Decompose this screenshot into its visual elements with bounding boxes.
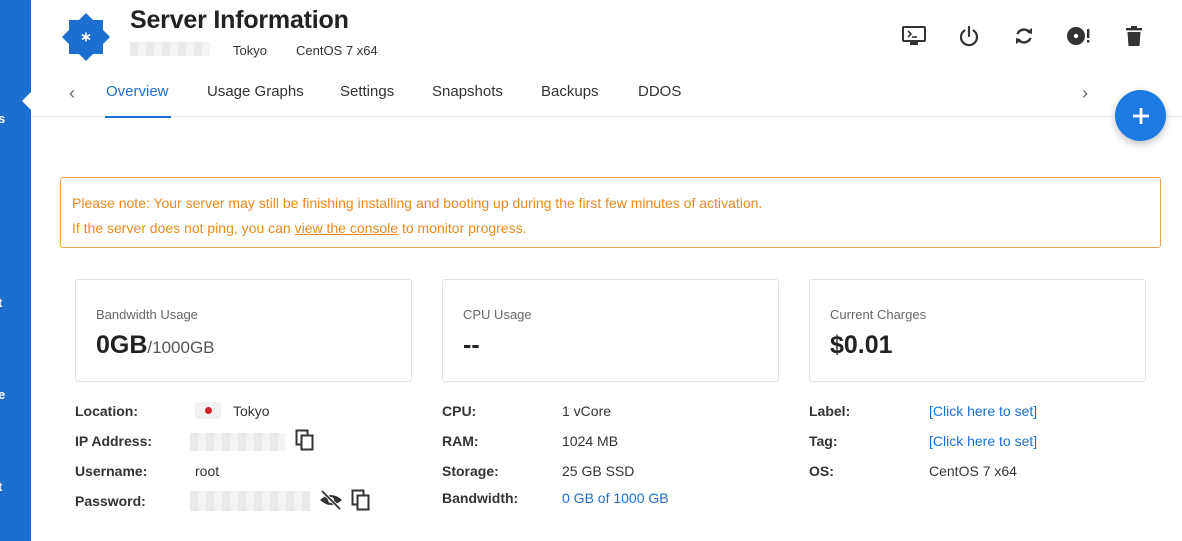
card-value: --	[463, 331, 480, 359]
bandwidth-usage-link[interactable]: 0 GB of 1000 GB	[562, 490, 669, 506]
server-location: Tokyo	[233, 43, 267, 58]
copy-icon	[295, 429, 314, 451]
detail-label: Storage:	[442, 463, 499, 479]
storage-value: 25 GB SSD	[562, 463, 635, 479]
bandwidth-total: /1000GB	[147, 338, 215, 357]
restart-icon	[1016, 28, 1032, 44]
card-value: $0.01	[830, 331, 893, 359]
detail-bandwidth: Bandwidth: 0 GB of 1000 GB	[442, 490, 762, 510]
location-value: Tokyo	[233, 403, 270, 419]
detail-tag: Tag: [Click here to set]	[809, 433, 1139, 453]
trash-icon	[1126, 26, 1142, 46]
detail-label: CPU:	[442, 403, 477, 419]
card-value: 0GB/1000GB	[96, 331, 215, 360]
detail-label: OS:	[809, 463, 834, 479]
ram-value: 1024 MB	[562, 433, 619, 449]
sidebar-item-fragment[interactable]: t	[0, 479, 2, 494]
server-actions	[896, 24, 1152, 48]
bandwidth-usage-card: Bandwidth Usage 0GB/1000GB	[75, 279, 412, 382]
tab-settings[interactable]: Settings	[340, 83, 394, 100]
card-label: Current Charges	[830, 307, 927, 322]
detail-ram: RAM: 1024 MB	[442, 433, 762, 453]
install-notice: Please note: Your server may still be fi…	[60, 177, 1161, 248]
power-button[interactable]	[951, 24, 987, 48]
redacted-ip-address	[190, 433, 285, 451]
eye-slash-icon	[320, 490, 342, 510]
detail-password: Password:	[75, 489, 385, 513]
detail-label: IP Address:	[75, 433, 153, 449]
notice-text: to monitor progress.	[398, 220, 527, 236]
detail-label: Bandwidth:	[442, 490, 519, 506]
tabs-scroll-left-icon[interactable]: ‹	[69, 83, 75, 104]
restart-button[interactable]	[1006, 24, 1042, 48]
tabs-scroll-right-icon[interactable]: ›	[1082, 83, 1088, 104]
power-icon	[959, 25, 979, 47]
card-label: Bandwidth Usage	[96, 307, 198, 322]
sidebar-active-pointer	[22, 91, 31, 111]
tab-ddos[interactable]: DDOS	[638, 83, 681, 100]
japan-flag-icon	[195, 401, 221, 419]
tab-overview[interactable]: Overview	[105, 83, 171, 118]
copy-icon	[351, 489, 370, 511]
detail-username: Username: root	[75, 463, 375, 483]
view-console-link[interactable]: view the console	[295, 220, 399, 236]
cpu-value: 1 vCore	[562, 403, 612, 419]
set-label-link[interactable]: [Click here to set]	[929, 403, 1037, 419]
tab-snapshots[interactable]: Snapshots	[432, 83, 503, 100]
console-button[interactable]	[896, 24, 932, 48]
server-os: CentOS 7 x64	[296, 43, 378, 58]
detail-value: Tokyo	[195, 401, 270, 421]
notice-line-1: Please note: Your server may still be fi…	[72, 195, 763, 211]
console-icon	[902, 26, 926, 45]
server-logo-icon	[61, 12, 111, 62]
sidebar-item-fragment[interactable]: e	[0, 387, 5, 402]
detail-label: Location:	[75, 403, 138, 419]
copy-password-button[interactable]	[351, 489, 371, 511]
redacted-password	[190, 491, 310, 511]
toggle-password-button[interactable]	[319, 490, 343, 510]
os-value: CentOS 7 x64	[929, 463, 1017, 479]
redacted-ip	[130, 42, 210, 56]
card-label: CPU Usage	[463, 307, 532, 322]
tab-usage-graphs[interactable]: Usage Graphs	[207, 83, 304, 100]
reinstall-icon	[1067, 27, 1090, 45]
detail-os: OS: CentOS 7 x64	[809, 463, 1139, 483]
notice-text: If the server does not ping, you can	[72, 220, 295, 236]
detail-ip-address: IP Address:	[75, 429, 375, 453]
sidebar: s t e t	[0, 0, 31, 541]
reinstall-button[interactable]	[1061, 24, 1097, 48]
tab-backups[interactable]: Backups	[541, 83, 599, 100]
bandwidth-used: 0GB	[96, 331, 148, 359]
cpu-usage-card: CPU Usage --	[442, 279, 779, 382]
detail-label: Username:	[75, 463, 148, 479]
username-value: root	[195, 463, 220, 479]
copy-ip-button[interactable]	[295, 429, 315, 451]
tab-bar: ‹ Overview Usage Graphs Settings Snapsho…	[31, 73, 1131, 118]
set-tag-link[interactable]: [Click here to set]	[929, 433, 1037, 449]
plus-icon	[1132, 107, 1149, 124]
current-charges-card: Current Charges $0.01	[809, 279, 1146, 382]
detail-label: Tag:	[809, 433, 838, 449]
detail-storage: Storage: 25 GB SSD	[442, 463, 762, 483]
detail-label: Password:	[75, 493, 146, 509]
add-button[interactable]	[1115, 90, 1166, 141]
detail-location: Location: Tokyo	[75, 401, 375, 423]
detail-cpu: CPU: 1 vCore	[442, 403, 762, 423]
notice-line-2: If the server does not ping, you can vie…	[72, 216, 1149, 241]
sidebar-item-fragment[interactable]: s	[0, 111, 5, 126]
sidebar-item-fragment[interactable]: t	[0, 295, 2, 310]
delete-button[interactable]	[1116, 24, 1152, 48]
detail-label: Label:	[809, 403, 851, 419]
page-title: Server Information	[130, 6, 349, 34]
detail-label-field: Label: [Click here to set]	[809, 403, 1139, 423]
detail-label: RAM:	[442, 433, 479, 449]
